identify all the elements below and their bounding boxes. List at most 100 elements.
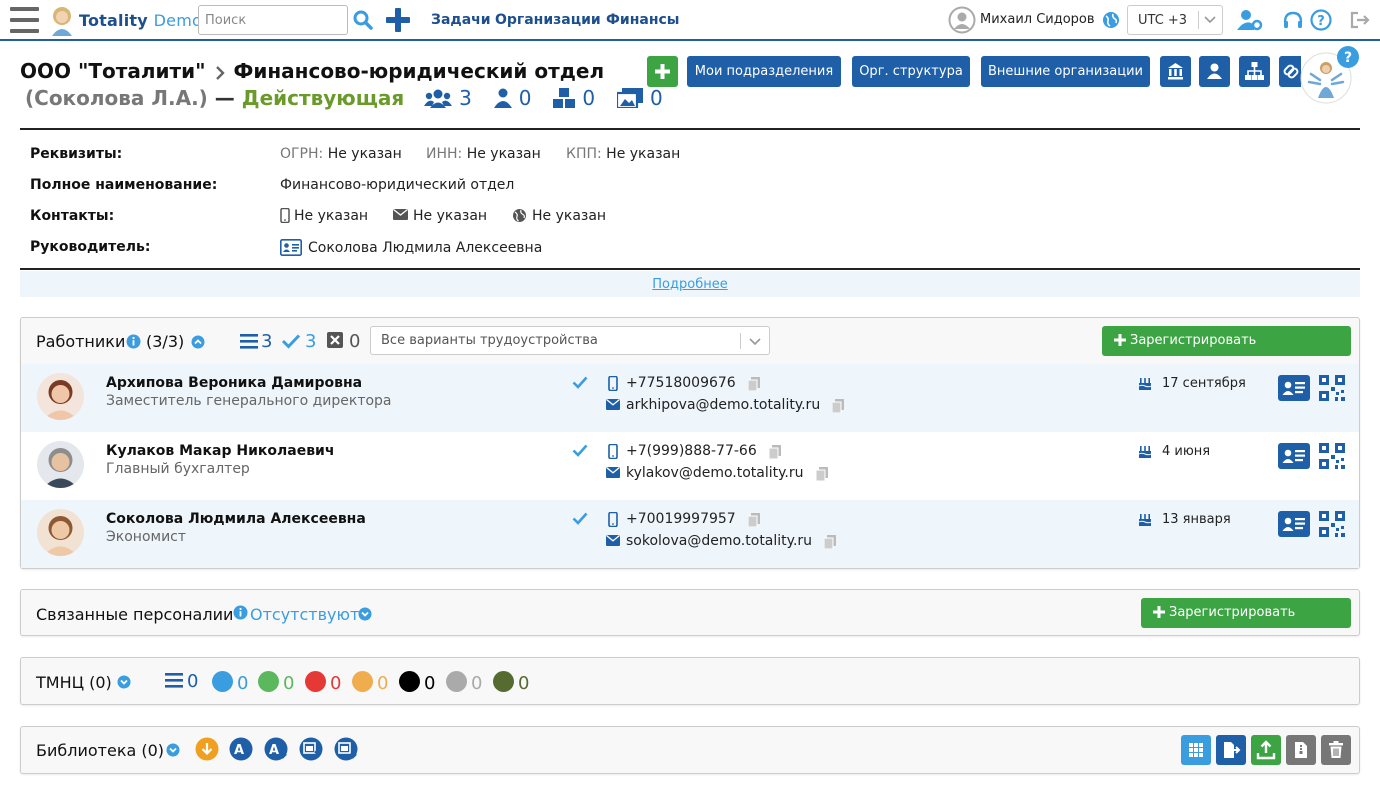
expand-down-icon[interactable] <box>166 743 180 757</box>
employees-active: 3 <box>305 331 317 352</box>
head-name-link[interactable]: Соколова Людмила Алексеевна <box>308 240 542 256</box>
expand-down-icon[interactable] <box>358 607 372 621</box>
employee-avatar[interactable] <box>37 441 84 488</box>
org-name[interactable]: ООО "Тоталити" <box>20 59 206 83</box>
copy-icon[interactable] <box>832 399 844 413</box>
employee-phone[interactable]: +7(999)888-77-66 <box>626 443 757 459</box>
sort-alpha-desc-icon[interactable]: A <box>264 737 290 761</box>
check-icon[interactable] <box>281 333 301 349</box>
support-headset-icon[interactable] <box>1282 10 1304 32</box>
employee-card-button[interactable] <box>1278 443 1310 469</box>
search-input[interactable] <box>198 5 348 35</box>
employee-card-button[interactable] <box>1278 375 1310 401</box>
copy-icon[interactable] <box>748 513 760 527</box>
delete-button[interactable] <box>1321 735 1351 765</box>
employees-total: 3 <box>261 331 273 352</box>
verified-check-icon <box>572 512 588 525</box>
page-subtitle: (Соколова Л.А.) — Действующая 3 0 0 0 <box>25 86 663 110</box>
register-user-button[interactable]: Зарегистрировать пользователя <box>1102 326 1351 378</box>
tmc-counter[interactable]: 0 <box>493 671 529 694</box>
list-icon <box>165 673 183 688</box>
employee-avatar[interactable] <box>37 509 84 556</box>
sort-alpha-asc-icon[interactable]: A <box>229 737 255 761</box>
employment-filter-select[interactable]: Все варианты трудоустройства <box>370 326 770 355</box>
info-icon[interactable] <box>233 605 248 620</box>
copy-icon[interactable] <box>748 377 760 391</box>
employee-email[interactable]: sokolova@demo.totality.ru <box>626 533 812 549</box>
hierarchy-button[interactable] <box>1239 56 1270 87</box>
add-button[interactable] <box>647 56 678 87</box>
tmc-counter[interactable]: 0 <box>212 671 248 694</box>
more-details-link[interactable]: Подробнее <box>652 277 727 292</box>
qr-code-icon[interactable] <box>1319 375 1345 401</box>
tmc-counter-value: 0 <box>377 673 389 694</box>
qr-code-icon[interactable] <box>1319 443 1345 469</box>
brand-suffix: Demo <box>153 11 202 30</box>
org-structure-button[interactable]: Орг. структура <box>852 56 970 87</box>
copy-icon[interactable] <box>824 535 836 549</box>
upload-button[interactable] <box>1251 735 1281 765</box>
nav-organizations[interactable]: Организации <box>495 12 601 28</box>
copy-icon[interactable] <box>769 445 781 459</box>
user-avatar-icon[interactable] <box>948 6 976 34</box>
sort-date-asc-icon[interactable] <box>299 737 325 761</box>
logo-mascot-icon[interactable] <box>47 4 77 36</box>
position-user-icon[interactable] <box>493 88 512 108</box>
copy-icon[interactable] <box>816 467 828 481</box>
boxes-icon[interactable] <box>553 88 576 108</box>
employee-name[interactable]: Кулаков Макар Николаевич <box>106 443 334 459</box>
help-question-icon[interactable]: ? <box>1336 45 1360 69</box>
nav-finance[interactable]: Финансы <box>606 12 679 28</box>
users-group-icon[interactable] <box>424 88 453 108</box>
employee-email[interactable]: kylakov@demo.totality.ru <box>626 465 804 481</box>
images-icon[interactable] <box>617 88 644 108</box>
employee-phone[interactable]: +77518009676 <box>626 375 736 391</box>
employee-email[interactable]: arkhipova@demo.totality.ru <box>626 397 820 413</box>
bank-button[interactable] <box>1160 56 1191 87</box>
nav-tasks[interactable]: Задачи <box>431 12 491 28</box>
info-icon[interactable] <box>126 334 141 349</box>
help-icon[interactable]: ? <box>1310 9 1332 31</box>
tmc-counter[interactable]: 0 <box>446 671 482 694</box>
download-circle-icon[interactable] <box>195 737 219 761</box>
employee-card-button[interactable] <box>1278 511 1310 537</box>
qr-code-icon[interactable] <box>1319 511 1345 537</box>
user-name[interactable]: Михаил Сидоров <box>980 12 1095 27</box>
user-settings-icon[interactable] <box>1237 9 1263 31</box>
user-button[interactable] <box>1199 56 1230 87</box>
timezone-select[interactable]: UTC +3 <box>1127 5 1223 35</box>
status-dot-icon <box>212 671 233 692</box>
link-button[interactable] <box>1279 56 1301 87</box>
archive-file-button[interactable] <box>1286 735 1316 765</box>
expand-down-icon[interactable] <box>117 675 131 689</box>
export-file-button[interactable] <box>1216 735 1246 765</box>
tmc-counter-value: 0 <box>237 673 249 694</box>
tmc-counter[interactable]: 0 <box>165 671 198 692</box>
blocked-icon[interactable] <box>327 332 343 348</box>
page-title: ООО "Тоталити" Финансово-юридический отд… <box>20 59 604 83</box>
employee-name[interactable]: Соколова Людмила Алексеевна <box>106 511 366 527</box>
tmc-counter-value: 0 <box>283 673 295 694</box>
tmc-counter[interactable]: 0 <box>352 671 388 694</box>
register-contact-button[interactable]: Зарегистрировать контакт <box>1141 598 1351 650</box>
chevron-right-icon <box>214 65 226 81</box>
employee-avatar[interactable] <box>37 373 84 420</box>
my-departments-button[interactable]: Мои подразделения <box>687 56 841 87</box>
hierarchy-icon <box>1245 62 1264 80</box>
grid-view-button[interactable] <box>1181 735 1211 765</box>
tmc-counter[interactable]: 0 <box>399 671 435 694</box>
create-plus-icon[interactable] <box>385 7 411 33</box>
brand-logo[interactable]: Totality Demo <box>79 11 202 30</box>
sort-date-desc-icon[interactable] <box>334 737 360 761</box>
collapse-up-icon[interactable] <box>191 335 205 349</box>
tmc-counter[interactable]: 0 <box>258 671 294 694</box>
tmc-counter[interactable]: 0 <box>305 671 341 694</box>
search-icon[interactable] <box>353 10 373 30</box>
external-orgs-button[interactable]: Внешние организации <box>981 56 1150 87</box>
employee-phone[interactable]: +70019997957 <box>626 511 736 527</box>
list-icon[interactable] <box>240 334 258 349</box>
employee-name[interactable]: Архипова Вероника Дамировна <box>106 375 362 391</box>
id-card-icon[interactable] <box>280 239 302 256</box>
hamburger-menu-icon[interactable] <box>10 7 39 33</box>
logout-icon[interactable] <box>1350 11 1370 29</box>
